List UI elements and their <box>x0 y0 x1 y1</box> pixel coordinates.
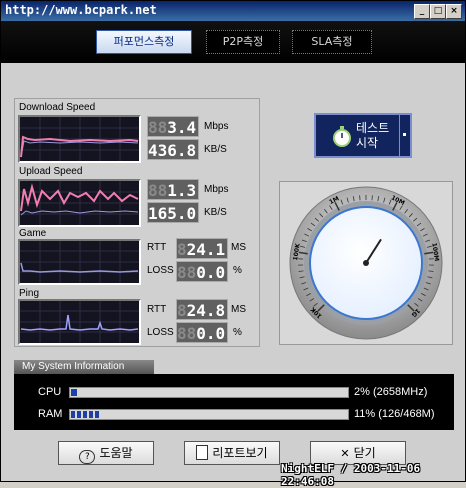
close-button-label: 닫기 <box>354 446 376 460</box>
tab-bar: 퍼포먼스측정 P2P측정 SLA측정 <box>1 21 465 63</box>
cpu-label: CPU <box>38 386 61 398</box>
start-test-line2: 시작 <box>356 136 389 151</box>
upload-speed-label: Upload Speed <box>19 166 82 177</box>
close-window-button[interactable]: × <box>446 4 462 19</box>
cpu-usage-bar <box>69 387 349 398</box>
start-test-label: 테스트 시작 <box>356 121 389 151</box>
download-kbs-display: 436.8 <box>147 139 199 160</box>
upload-mbps-unit: Mbps <box>204 184 228 195</box>
download-mbps-display: 883.4 <box>147 116 199 137</box>
upload-graph-plot <box>20 181 139 225</box>
maximize-button[interactable]: □ <box>430 4 446 19</box>
title-bar[interactable]: http://www.bcpark.net _ □ × <box>1 1 465 21</box>
system-info-box: CPU 2% (2658MHz) RAM 11% (126/468M) <box>14 374 454 430</box>
cpu-value: 2% (2658MHz) <box>354 386 427 398</box>
ping-loss-unit: % <box>233 327 242 338</box>
upload-kbs-display: 165.0 <box>147 202 199 223</box>
upload-graph <box>18 179 141 227</box>
graph-grid <box>20 301 139 343</box>
ping-rtt-value: 24.8 <box>187 301 226 320</box>
tab-sla[interactable]: SLA측정 <box>292 30 372 54</box>
help-icon: ? <box>79 450 95 464</box>
app-window: http://www.bcpark.net _ □ × 퍼포먼스측정 P2P측정… <box>0 0 466 482</box>
download-mbps-dim-digits: 88 <box>148 118 167 137</box>
speed-gauge-panel: 10K100K1M10M100M1G <box>279 181 453 345</box>
stopwatch-icon <box>332 125 352 147</box>
ping-loss-dim-digits: 88 <box>177 324 196 343</box>
game-rtt-value: 24.1 <box>187 240 226 259</box>
game-loss-value: 0.0 <box>196 263 225 282</box>
ping-rtt-unit: MS <box>231 304 246 315</box>
graph-grid <box>20 241 139 283</box>
download-speed-label: Download Speed <box>19 102 95 113</box>
start-button-dot <box>403 133 406 136</box>
report-icon <box>196 445 208 460</box>
game-rtt-unit: MS <box>231 242 246 253</box>
footer-credit: NightELF / 2003-11-06 22:46:08 <box>281 462 465 488</box>
ram-label: RAM <box>38 408 62 420</box>
download-kbs-value: 436.8 <box>148 141 196 160</box>
game-loss-dim-digits: 88 <box>177 263 196 282</box>
window-title: http://www.bcpark.net <box>5 3 157 17</box>
ping-rtt-label: RTT <box>147 304 166 315</box>
ping-rtt-display: 824.8 <box>176 299 228 320</box>
upload-mbps-dim-digits: 88 <box>148 181 167 200</box>
upload-kbs-value: 165.0 <box>148 204 196 223</box>
gauge-hub <box>363 260 369 266</box>
help-button[interactable]: ? 도움말 <box>58 441 154 465</box>
game-rtt-label: RTT <box>147 242 166 253</box>
game-loss-label: LOSS <box>147 265 174 276</box>
game-graph <box>18 239 141 285</box>
game-loss-display: 880.0 <box>176 261 228 282</box>
upload-mbps-display: 881.3 <box>147 179 199 200</box>
game-rtt-dim-digits: 8 <box>177 240 187 259</box>
game-loss-unit: % <box>233 265 242 276</box>
download-mbps-unit: Mbps <box>204 121 228 132</box>
ping-loss-label: LOSS <box>147 327 174 338</box>
start-test-button[interactable]: 테스트 시작 <box>314 113 412 158</box>
ram-usage-fill <box>71 411 101 418</box>
game-graph-plot <box>20 241 139 283</box>
system-info-panel: My System Information CPU 2% (2658MHz) R… <box>14 360 454 430</box>
ping-loss-value: 0.0 <box>196 324 225 343</box>
cpu-usage-fill <box>71 389 77 396</box>
start-button-edge <box>399 115 410 156</box>
ping-label: Ping <box>19 288 39 299</box>
tab-performance[interactable]: 퍼포먼스측정 <box>96 30 192 54</box>
ping-graph-plot <box>20 301 139 343</box>
upload-mbps-value: 1.3 <box>167 181 196 200</box>
download-graph <box>18 115 141 163</box>
speed-gauge: 10K100K1M10M100M1G <box>280 182 452 344</box>
game-rtt-display: 824.1 <box>176 238 228 259</box>
system-info-title: My System Information <box>14 360 154 374</box>
minimize-button[interactable]: _ <box>414 4 430 19</box>
ping-rtt-dim-digits: 8 <box>177 301 187 320</box>
ping-loss-display: 880.0 <box>176 322 228 343</box>
tab-p2p[interactable]: P2P측정 <box>206 30 280 54</box>
game-label: Game <box>19 228 46 239</box>
start-test-line1: 테스트 <box>356 121 389 136</box>
download-kbs-unit: KB/S <box>204 144 227 155</box>
ram-value: 11% (126/468M) <box>354 408 435 420</box>
help-button-label: 도움말 <box>99 446 132 460</box>
upload-kbs-unit: KB/S <box>204 207 227 218</box>
report-button-label: 리포트보기 <box>212 446 267 460</box>
ram-usage-bar <box>69 409 349 420</box>
download-mbps-value: 3.4 <box>167 118 196 137</box>
download-graph-plot <box>20 117 139 161</box>
ping-graph <box>18 299 141 345</box>
report-button[interactable]: 리포트보기 <box>184 441 280 465</box>
